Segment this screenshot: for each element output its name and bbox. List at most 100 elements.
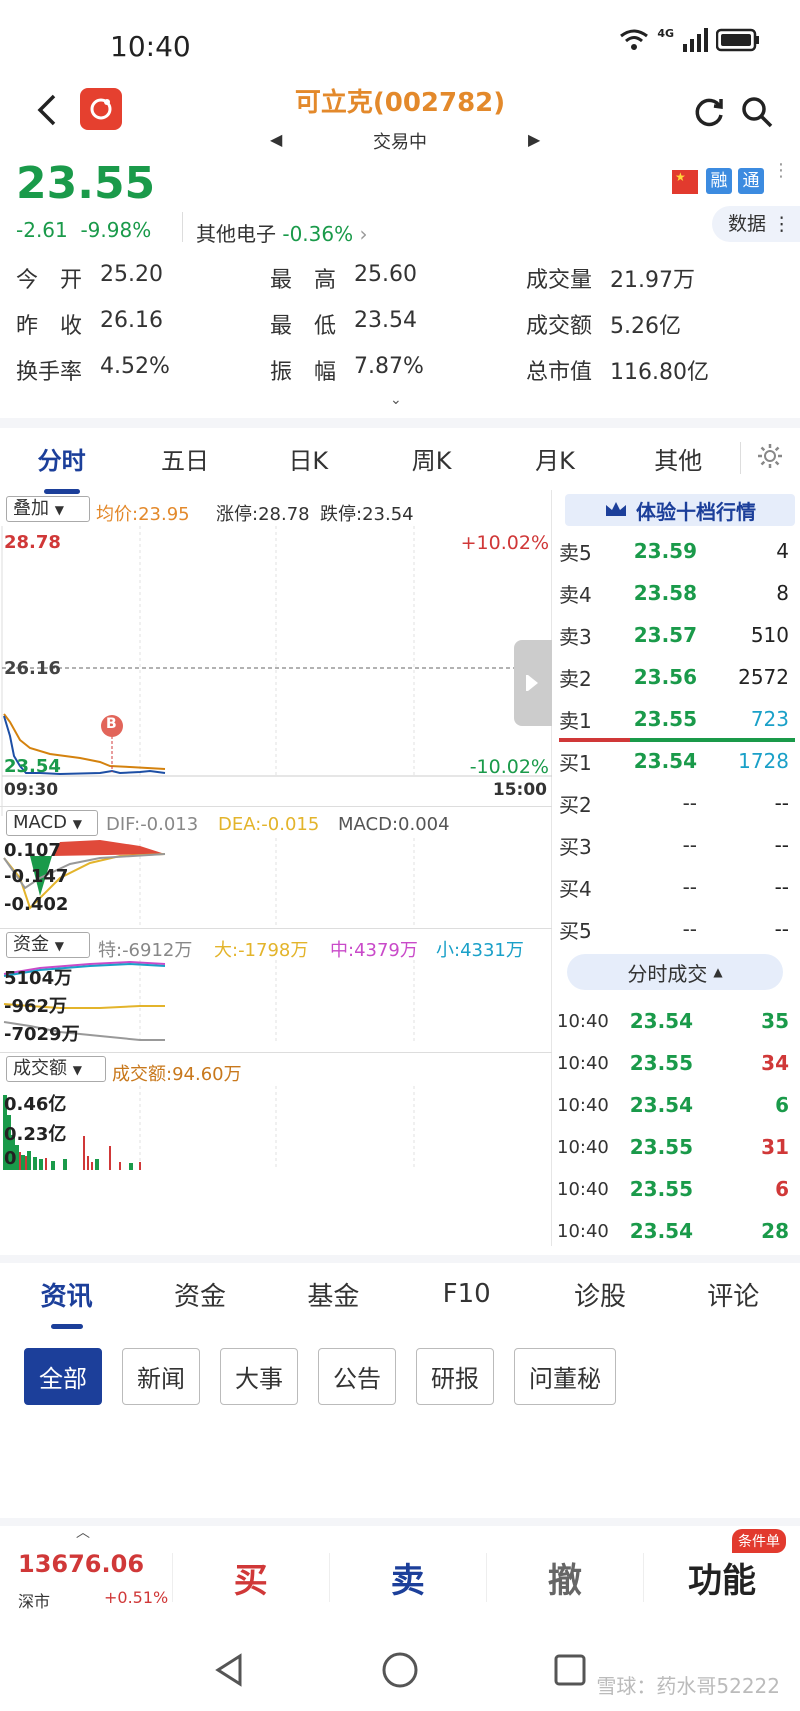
bid-row[interactable]: 买5 -- -- [555,908,795,950]
volume-chart [3,1086,415,1170]
ask-label: 卖4 [559,582,592,607]
nav-home-icon[interactable] [380,1650,420,1690]
macd-dif: DIF:-0.013 [106,814,199,835]
volume-divider [0,1052,552,1053]
sector-name: 其他电子 [196,222,276,246]
tab-comments[interactable]: 评论 [667,1276,800,1313]
collapse-handle[interactable] [514,640,552,726]
macd-button[interactable]: MACD ▼ [6,810,98,836]
trade-time: 10:40 [557,1094,609,1116]
ask-qty: 4 [776,539,789,563]
tab-monthly-k[interactable]: 月K [493,441,616,476]
trade-time: 10:40 [557,1220,609,1242]
tab-other[interactable]: 其他 [617,441,740,476]
level10-banner[interactable]: 体验十档行情 [565,494,795,526]
tab-weekly-k[interactable]: 周K [370,441,493,476]
stats-grid: 今 开 25.20 最 高 25.60 成交量 21.97万 昨 收 26.16… [16,262,796,392]
trade-qty: 28 [761,1219,789,1243]
limit-down-label: 跌停:23.54 [320,504,414,525]
ask-price: 23.58 [633,581,697,605]
more-dots-icon[interactable]: ⋮ [772,162,790,180]
bid-row[interactable]: 买2 -- -- [555,782,795,824]
overlay-button[interactable]: 叠加 ▼ [6,496,90,522]
bid-qty: -- [774,875,789,899]
trade-time: 10:40 [557,1178,609,1200]
refresh-icon[interactable] [692,95,726,129]
buy-button[interactable]: 买 [171,1552,329,1602]
tab-five-day[interactable]: 五日 [123,441,246,476]
cancel-order-button[interactable]: 撤 [485,1552,643,1602]
stat-value: 25.20 [100,262,163,287]
next-stock-icon[interactable]: ▶ [528,130,540,149]
ask-row[interactable]: 卖2 23.56 2572 [555,656,795,698]
fund-button[interactable]: 资金 ▼ [6,932,90,958]
chip-news[interactable]: 新闻 [122,1348,200,1405]
bid-row[interactable]: 买3 -- -- [555,824,795,866]
tab-fund-holdings[interactable]: 基金 [267,1276,400,1313]
bid-row[interactable]: 买1 23.54 1728 [555,740,795,782]
fund-divider [0,928,552,929]
stat-value: 26.16 [100,308,163,333]
stat-label: 最 低 [270,314,337,339]
ask-row[interactable]: 卖3 23.57 510 [555,614,795,656]
nav-back-icon[interactable] [210,1650,250,1690]
chevron-right-icon: › [359,222,368,246]
bid-qty: -- [774,833,789,857]
chip-all[interactable]: 全部 [24,1348,102,1405]
stat-label: 振 幅 [270,360,337,385]
settings-button[interactable] [739,442,800,474]
trade-price: 23.54 [629,1093,693,1117]
chip-announcements[interactable]: 公告 [318,1348,396,1405]
nav-recents-icon[interactable] [550,1650,590,1690]
tab-f10[interactable]: F10 [400,1279,533,1309]
chip-events[interactable]: 大事 [220,1348,298,1405]
trade-price: 23.55 [629,1135,693,1159]
trade-time: 10:40 [557,1136,609,1158]
bid-price: -- [682,833,697,857]
bid-row[interactable]: 买4 -- -- [555,866,795,908]
chip-ask-secretary[interactable]: 问董秘 [514,1348,616,1405]
expand-chevron-icon[interactable]: ⌄ [390,392,402,408]
index-name: 深市 [18,1592,51,1611]
fund-label: 资金 [13,934,49,955]
fund-zhong: 中:4379万 [330,940,418,961]
fund-y2: -962万 [4,996,68,1017]
chip-research[interactable]: 研报 [416,1348,494,1405]
trade-row: 10:40 23.55 6 [555,1168,795,1210]
news-filter-chips: 全部 新闻 大事 公告 研报 问董秘 [24,1348,616,1405]
bid-price: 23.54 [633,749,697,773]
sell-button[interactable]: 卖 [328,1552,486,1602]
trade-qty: 35 [761,1009,789,1033]
divider [182,212,183,242]
limit-up-label: 涨停:28.78 [216,504,310,525]
tab-news-info[interactable]: 资讯 [0,1276,133,1329]
y-axis-bottom: 23.54 [4,756,61,777]
stat-label: 换手率 [16,360,83,385]
trades-header: 分时成交 [627,961,708,986]
chart-area[interactable]: 叠加 ▼ 均价:23.95 涨停:28.78 跌停:23.54 B 28.78 … [0,490,552,1246]
tab-intraday[interactable]: 分时 [0,441,123,494]
tab-daily-k[interactable]: 日K [247,441,370,476]
data-button[interactable]: 数据 ⋮ [712,206,800,242]
ask-row[interactable]: 卖4 23.58 8 [555,572,795,614]
dropdown-icon: ▼ [54,939,64,953]
watermark-text: 雪球：药水哥52222 [596,1674,780,1698]
ask-qty: 2572 [738,665,789,689]
volume-button[interactable]: 成交额 ▼ [6,1056,106,1082]
battery-icon [716,28,759,52]
tab-funds[interactable]: 资金 [133,1276,266,1313]
conditional-order-badge: 条件单 [732,1528,786,1553]
ask-row[interactable]: 卖1 23.55 723 [555,698,795,740]
ask-row[interactable]: 卖5 23.59 4 [555,530,795,572]
status-time: 10:40 [110,30,191,63]
china-flag-icon: ★ [672,170,698,194]
prev-stock-icon[interactable]: ◀ [270,130,282,149]
caret-up-icon: ︿ [76,1525,90,1541]
function-button[interactable]: 功能 条件单 [642,1528,800,1602]
sector-link[interactable]: 其他电子 -0.36% › [196,218,367,247]
market-index[interactable]: ︿ 13676.06 深市 +0.51% [0,1525,172,1628]
search-icon[interactable] [740,95,774,129]
trading-status: 交易中 [373,132,427,153]
trades-toggle[interactable]: 分时成交 ▲ [567,954,783,990]
tab-diagnosis[interactable]: 诊股 [533,1276,666,1313]
